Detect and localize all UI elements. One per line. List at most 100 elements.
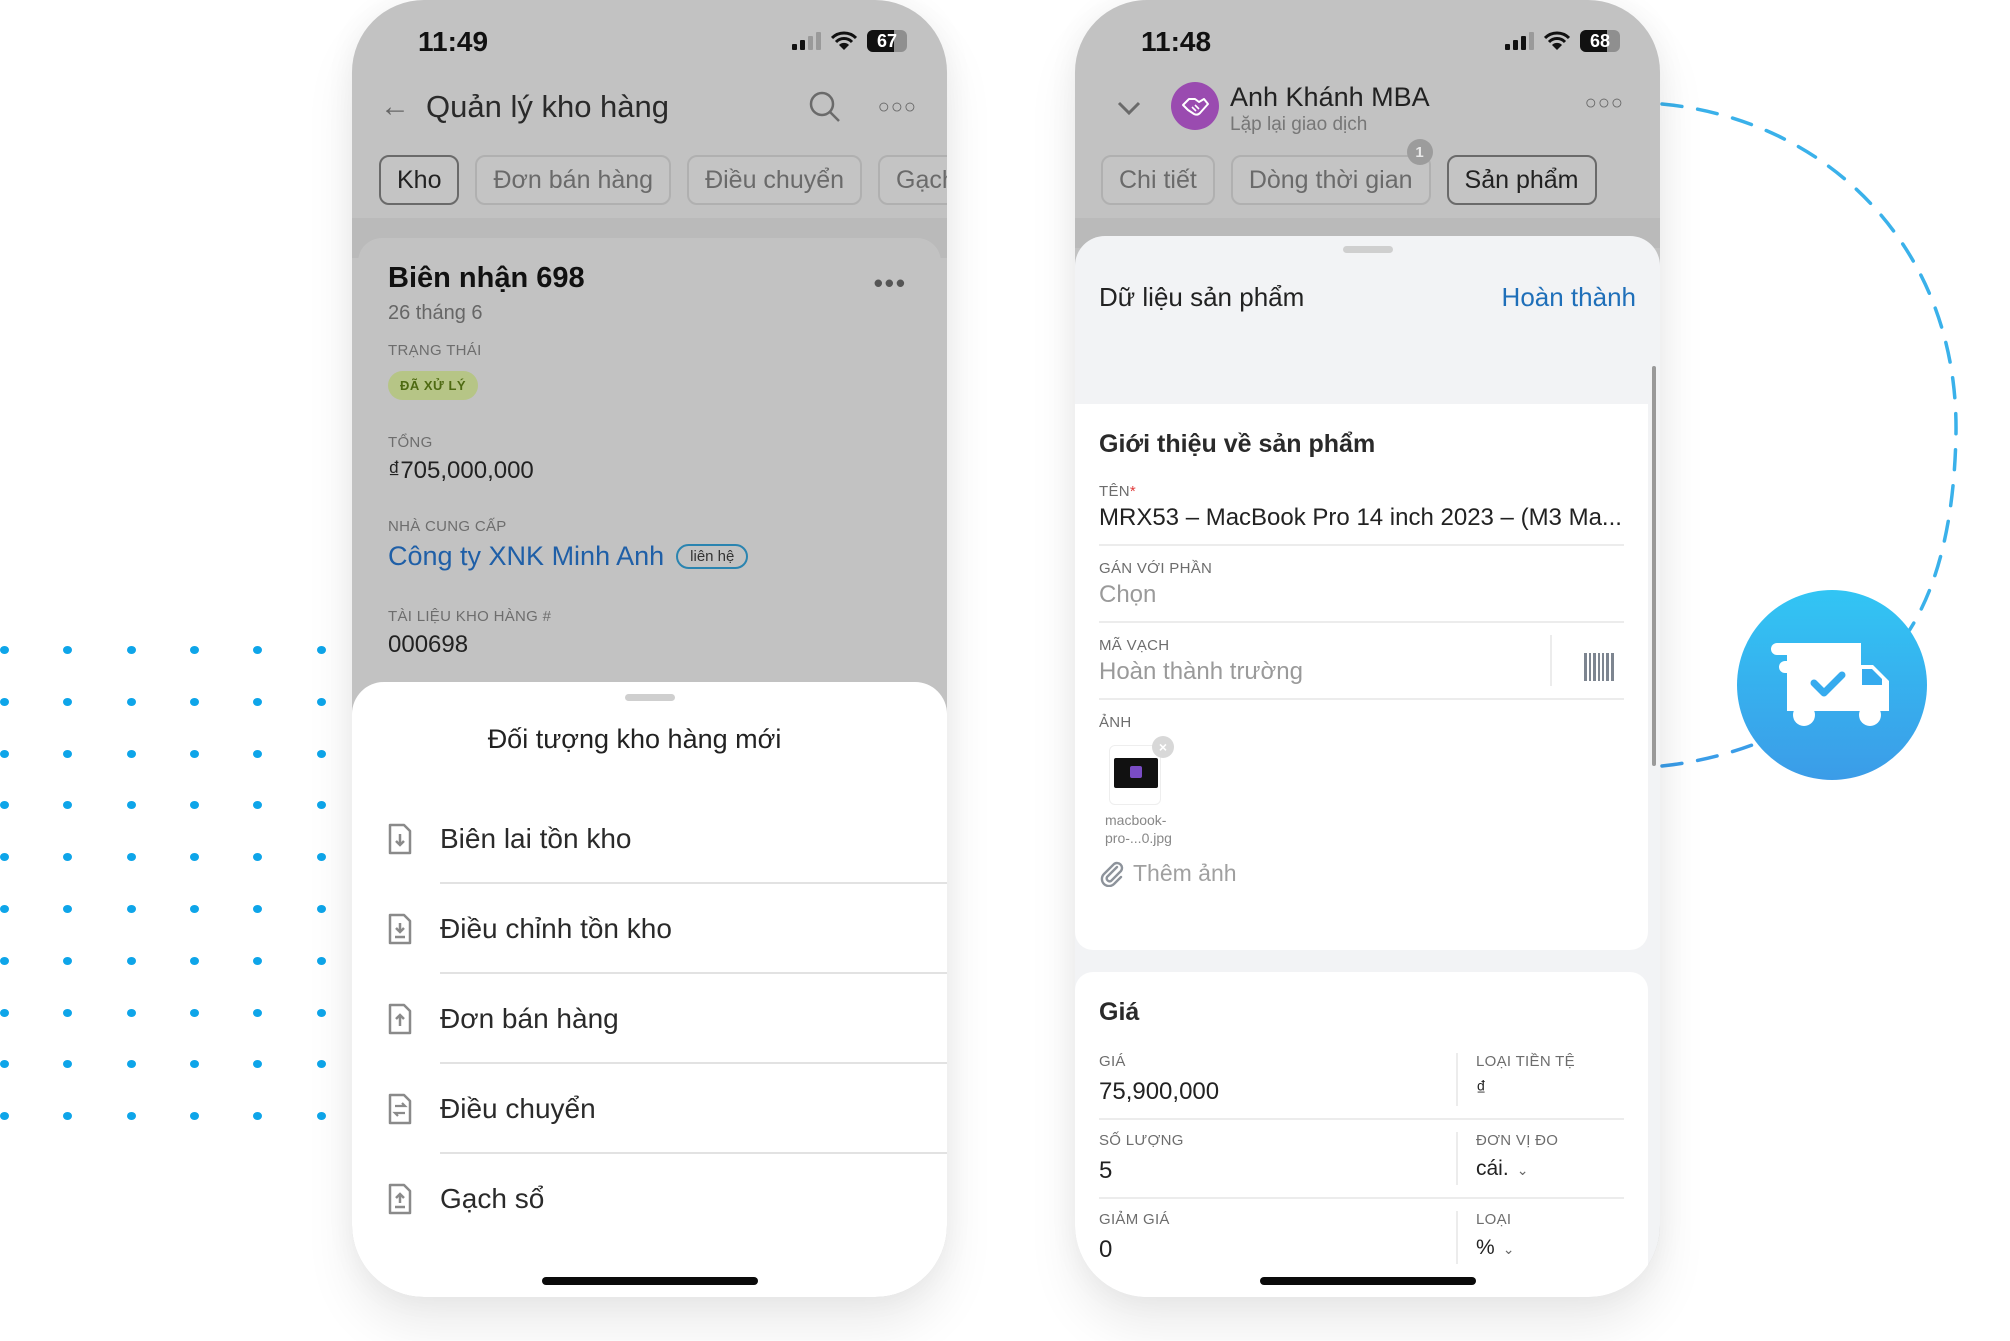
receipt-card[interactable]: Biên nhận 698 ••• 26 tháng 6 TRẠNG THÁI … [358, 238, 941, 698]
decorative-dot [190, 801, 199, 810]
unit-select[interactable]: ĐƠN VỊ ĐO cái. ⌄ [1456, 1132, 1624, 1185]
section-title: Giới thiệu về sản phẩm [1099, 430, 1376, 458]
file-download-icon [388, 823, 412, 855]
add-photo-label: Thêm ảnh [1133, 859, 1237, 886]
field-label: TRẠNG THÁI [388, 342, 482, 359]
field-label: NHÀ CUNG CẤP [388, 518, 507, 535]
decorative-dot [190, 1112, 199, 1121]
decorative-dot [253, 905, 262, 913]
decorative-dot [0, 905, 9, 913]
battery-icon: 68 [1580, 30, 1620, 52]
new-warehouse-object-sheet: Đối tượng kho hàng mới Biên lai tồn kho … [352, 682, 947, 1297]
decorative-dot [63, 853, 72, 862]
more-horizontal-icon[interactable]: ○○○ [878, 96, 917, 119]
chevron-down-icon[interactable] [1115, 94, 1143, 122]
done-button[interactable]: Hoàn thành [1502, 282, 1636, 313]
signal-icon [792, 32, 821, 50]
tab-bar: Kho Đơn bán hàng Điều chuyển Gạch sổ [379, 155, 947, 205]
price-field[interactable]: GIÁ 75,900,000 [1099, 1053, 1456, 1106]
field-label: LOẠI TIỀN TỆ [1476, 1053, 1575, 1070]
menu-list: Biên lai tồn kho Điều chỉnh tồn kho Đơn … [352, 794, 947, 1244]
quantity-row: SỐ LƯỢNG 5 ĐƠN VỊ ĐO cái. ⌄ [1099, 1120, 1624, 1199]
menu-item-stock-adjustment[interactable]: Điều chỉnh tồn kho [352, 884, 947, 974]
tab-write-off[interactable]: Gạch sổ [878, 155, 947, 205]
decorative-dot [253, 956, 262, 965]
laptop-image [1114, 758, 1158, 788]
currency-field[interactable]: LOẠI TIỀN TỆ ₫ [1456, 1053, 1624, 1106]
status-time: 11:49 [418, 26, 489, 57]
decorative-dot [63, 1112, 72, 1121]
tab-transfer[interactable]: Điều chuyển [687, 155, 863, 205]
photo-thumbnail[interactable]: × [1109, 736, 1174, 805]
decorative-dot [63, 646, 72, 654]
arrow-left-icon[interactable]: ← [380, 90, 426, 124]
decorative-dot [63, 801, 72, 810]
decorative-dot [253, 1112, 262, 1121]
decorative-dot [127, 853, 136, 862]
add-photo-button[interactable]: Thêm ảnh [1099, 859, 1624, 887]
file-transfer-icon [388, 1093, 412, 1125]
decorative-dot [127, 801, 136, 810]
barcode-icon[interactable] [1584, 653, 1614, 681]
barcode-field[interactable]: MÃ VẠCH Hoàn thành trường [1099, 623, 1624, 700]
field-label: TÀI LIỆU KHO HÀNG # [388, 608, 552, 625]
menu-item-write-off[interactable]: Gạch sổ [352, 1154, 947, 1244]
file-import-icon [388, 913, 412, 945]
status-bar: 11:48 68 [1075, 22, 1660, 62]
scrollbar[interactable] [1652, 366, 1656, 766]
receipt-date: 26 tháng 6 [388, 302, 483, 324]
menu-item-stock-receipt[interactable]: Biên lai tồn kho [352, 794, 947, 884]
phone-product-data: 11:48 68 Anh Khánh MBA Lặp lại giao dịch… [1075, 0, 1660, 1297]
decorative-dot [253, 801, 262, 810]
decorative-dot [63, 749, 72, 758]
decorative-dot [63, 1008, 72, 1017]
home-indicator [541, 1277, 758, 1285]
tab-products[interactable]: Sản phẩm [1446, 155, 1597, 205]
barcode-placeholder: Hoàn thành trường [1099, 658, 1303, 685]
price-row: GIÁ 75,900,000 LOẠI TIỀN TỆ ₫ [1099, 1041, 1624, 1120]
section-title: Giá [1099, 998, 1140, 1026]
photo-attachment[interactable]: × macbook-pro-...0.jpg [1105, 736, 1179, 847]
menu-item-sales-order[interactable]: Đơn bán hàng [352, 974, 947, 1064]
sheet-grabber[interactable] [1342, 246, 1393, 253]
wifi-icon [1544, 31, 1570, 50]
tab-sales-order[interactable]: Đơn bán hàng [475, 155, 672, 205]
wifi-icon [831, 31, 857, 50]
tab-kho[interactable]: Kho [379, 155, 460, 205]
more-horizontal-icon[interactable]: ••• [874, 268, 907, 299]
assign-field[interactable]: GÁN VỚI PHẦN Chọn [1099, 546, 1624, 623]
tab-label: Điều chuyển [705, 165, 845, 194]
tab-timeline[interactable]: Dòng thời gian 1 [1230, 139, 1433, 205]
sheet-grabber[interactable] [624, 694, 675, 701]
signal-icon [1505, 32, 1534, 50]
decorative-dot [0, 801, 9, 810]
field-label: GIẢM GIÁ [1099, 1211, 1170, 1228]
tab-label: Đơn bán hàng [493, 165, 654, 194]
search-icon[interactable] [808, 90, 842, 124]
decorative-dot [127, 1008, 136, 1017]
file-export-icon [388, 1183, 412, 1215]
decorative-dot [253, 697, 262, 706]
field-label: GÁN VỚI PHẦN [1099, 560, 1213, 577]
quantity-field[interactable]: SỐ LƯỢNG 5 [1099, 1132, 1456, 1185]
contact-button[interactable]: liên hệ [676, 544, 749, 569]
divider [1550, 635, 1552, 686]
menu-item-transfer[interactable]: Điều chuyển [352, 1064, 947, 1154]
more-horizontal-icon[interactable]: ○○○ [1585, 92, 1624, 115]
discount-value: 0 [1099, 1236, 1113, 1263]
decorative-dot [317, 956, 326, 965]
discount-field[interactable]: GIẢM GIÁ 0 [1099, 1211, 1456, 1264]
field-label: LOẠI [1476, 1211, 1512, 1228]
battery-icon: 67 [867, 30, 907, 52]
discount-type-select[interactable]: LOẠI % ⌄ [1456, 1211, 1624, 1264]
menu-item-label: Đơn bán hàng [440, 1003, 619, 1034]
close-icon[interactable]: × [1152, 736, 1174, 758]
tab-details[interactable]: Chi tiết [1101, 155, 1215, 205]
name-field[interactable]: TÊN* MRX53 – MacBook Pro 14 inch 2023 – … [1099, 469, 1624, 546]
decorative-dot [127, 1060, 136, 1069]
product-data-sheet: Dữ liệu sản phẩm Hoàn thành Giới thiệu v… [1075, 236, 1660, 1297]
avatar[interactable] [1171, 82, 1219, 130]
decorative-dot [0, 646, 9, 654]
supplier-link[interactable]: Công ty XNK Minh Anh [388, 541, 664, 572]
discount-row: GIẢM GIÁ 0 LOẠI % ⌄ [1099, 1199, 1624, 1276]
